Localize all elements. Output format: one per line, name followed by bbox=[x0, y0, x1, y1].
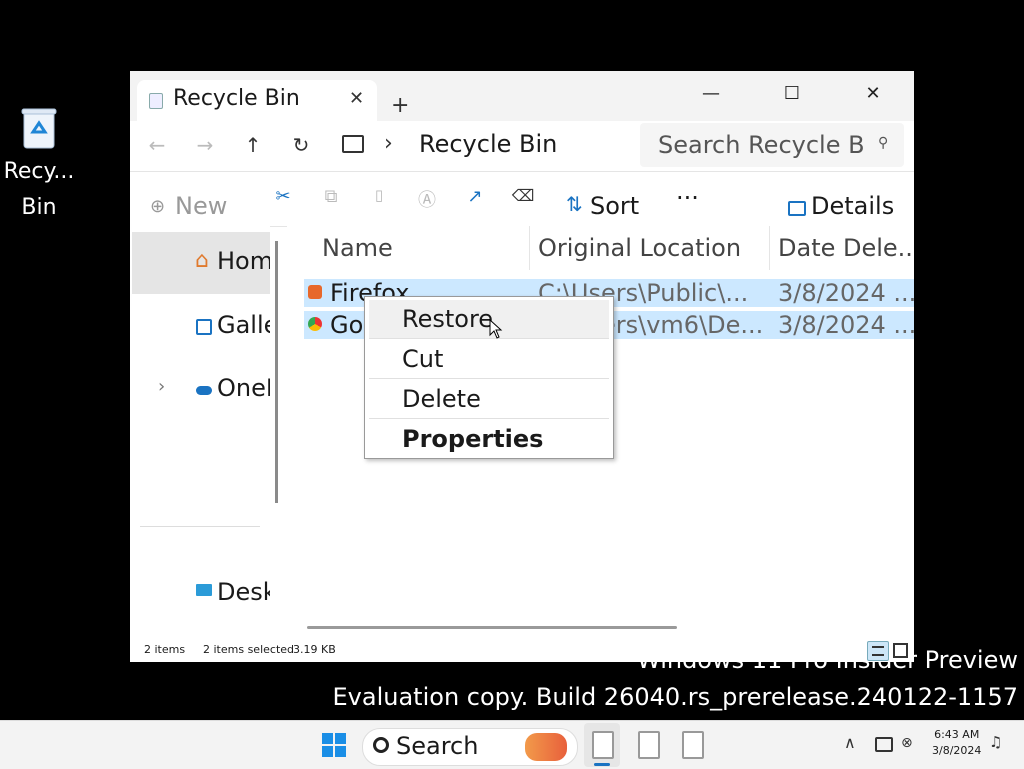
computer-icon[interactable] bbox=[342, 135, 364, 153]
column-divider[interactable] bbox=[769, 226, 770, 270]
new-button[interactable]: New bbox=[175, 192, 227, 220]
menu-item-cut[interactable]: Cut bbox=[369, 340, 609, 378]
desktop-icon-label-2: Bin bbox=[21, 195, 57, 220]
windows-logo-icon[interactable] bbox=[322, 733, 346, 757]
cut-icon[interactable]: ✂ bbox=[270, 186, 296, 207]
selection-count: 2 items selected bbox=[203, 643, 295, 656]
menu-divider bbox=[369, 378, 609, 379]
onedrive-icon bbox=[196, 386, 212, 395]
details-view-button[interactable] bbox=[867, 641, 889, 661]
search-icon: ⚲ bbox=[878, 135, 889, 151]
mouse-cursor-icon bbox=[489, 318, 503, 343]
desktop-recycle-bin[interactable]: Recy... Bin bbox=[0, 100, 78, 226]
desktop-icon bbox=[196, 584, 212, 596]
share-icon[interactable]: ↗ bbox=[462, 186, 488, 207]
desktop-icon-label-1: Recy... bbox=[3, 159, 75, 184]
sort-arrow-icon: ^ bbox=[419, 226, 430, 233]
cell-date: 3/8/2024 ... bbox=[778, 279, 914, 307]
navigation-pane: ⌂ Home Gallery › OneDrive Desktop bbox=[130, 226, 270, 638]
up-button[interactable]: ↑ bbox=[237, 133, 269, 157]
sort-button[interactable]: Sort bbox=[590, 192, 639, 220]
details-button[interactable]: Details bbox=[811, 192, 894, 220]
back-button[interactable]: ← bbox=[141, 133, 173, 157]
menu-item-label: Properties bbox=[402, 425, 544, 453]
chevron-right-icon[interactable]: › bbox=[158, 376, 165, 397]
item-count: 2 items bbox=[144, 643, 186, 656]
list-icon bbox=[872, 646, 884, 656]
selection-size: 3.19 KB bbox=[293, 643, 336, 656]
tab-recycle-bin[interactable]: Recycle Bin ✕ bbox=[137, 80, 377, 121]
recycle-bin-icon bbox=[21, 106, 57, 150]
menu-item-delete[interactable]: Delete bbox=[369, 380, 609, 418]
forward-button[interactable]: → bbox=[189, 133, 221, 157]
paste-icon[interactable]: ▯ bbox=[366, 186, 392, 204]
search-input[interactable]: Search Recycle B ⚲ bbox=[640, 123, 904, 167]
nav-scrollbar[interactable] bbox=[275, 241, 278, 503]
tab-title: Recycle Bin bbox=[173, 86, 300, 111]
taskbar-search-label: Search bbox=[396, 732, 479, 760]
taskbar: Search ∧ ⊗ 6:43 AM 3/8/2024 ♫ bbox=[0, 720, 1024, 769]
clock-date: 3/8/2024 bbox=[932, 744, 982, 757]
column-header-location[interactable]: Original Location bbox=[538, 234, 741, 262]
column-header-date[interactable]: Date Dele... bbox=[778, 234, 914, 262]
maximize-button[interactable]: ☐ bbox=[769, 83, 815, 104]
delete-icon[interactable]: ⌫ bbox=[510, 186, 536, 205]
clock-time: 6:43 AM bbox=[934, 728, 980, 741]
tab-close-button[interactable]: ✕ bbox=[349, 88, 364, 109]
notification-bell-icon[interactable]: ♫ bbox=[989, 733, 1002, 751]
horizontal-scrollbar[interactable] bbox=[307, 626, 677, 629]
sidebar-item-onedrive[interactable]: OneDrive bbox=[217, 374, 270, 402]
file-shortcut-icon bbox=[308, 285, 322, 299]
sidebar-item-desktop[interactable]: Desktop bbox=[217, 578, 270, 606]
network-icon[interactable] bbox=[875, 737, 893, 752]
taskbar-app-document[interactable] bbox=[638, 731, 660, 759]
chevron-right-icon[interactable]: › bbox=[384, 131, 393, 156]
title-bar: Recycle Bin ✕ + — ☐ ✕ bbox=[130, 71, 914, 121]
more-button[interactable]: ··· bbox=[676, 184, 699, 212]
menu-item-label: Cut bbox=[402, 345, 444, 373]
watermark-line-2: Evaluation copy. Build 26040.rs_prerelea… bbox=[332, 683, 1018, 711]
refresh-button[interactable]: ↻ bbox=[285, 133, 317, 157]
home-icon: ⌂ bbox=[195, 248, 209, 273]
sort-icon: ⇅ bbox=[566, 192, 583, 216]
details-pane-icon bbox=[788, 201, 806, 216]
active-indicator bbox=[594, 763, 610, 766]
taskbar-search[interactable]: Search bbox=[362, 728, 578, 766]
copy-icon[interactable]: ⧉ bbox=[318, 186, 344, 207]
breadcrumb-recycle-bin[interactable]: Recycle Bin bbox=[419, 130, 557, 158]
status-bar: 2 items 2 items selected 3.19 KB bbox=[130, 638, 914, 662]
cell-date: 3/8/2024 ... bbox=[778, 311, 914, 339]
search-placeholder: Search Recycle B bbox=[658, 131, 865, 159]
rename-icon[interactable]: Ⓐ bbox=[414, 186, 440, 212]
file-shortcut-icon bbox=[308, 317, 322, 331]
menu-item-label: Restore bbox=[402, 305, 494, 333]
taskbar-app-active[interactable] bbox=[584, 723, 620, 767]
menu-item-label: Delete bbox=[402, 385, 481, 413]
menu-item-properties[interactable]: Properties bbox=[369, 420, 609, 458]
nav-divider bbox=[140, 526, 260, 527]
sidebar-item-home[interactable]: Home bbox=[217, 247, 270, 275]
minimize-button[interactable]: — bbox=[688, 83, 734, 104]
recycle-bin-icon bbox=[149, 93, 163, 109]
new-tab-button[interactable]: + bbox=[391, 93, 409, 118]
gallery-icon bbox=[196, 319, 212, 335]
clock[interactable]: 6:43 AM 3/8/2024 bbox=[932, 727, 981, 759]
command-bar: ⊕ New ✂ ⧉ ▯ Ⓐ ↗ ⌫ ⇅ Sort ··· Details bbox=[130, 171, 914, 227]
document-icon bbox=[592, 731, 614, 759]
search-highlight-icon bbox=[525, 733, 567, 761]
tiles-view-button[interactable] bbox=[893, 643, 908, 658]
column-divider[interactable] bbox=[529, 226, 530, 270]
address-bar: ← → ↑ ↻ › Recycle Bin Search Recycle B ⚲ bbox=[130, 121, 914, 171]
plus-icon: ⊕ bbox=[150, 196, 166, 217]
search-icon bbox=[373, 737, 389, 753]
volume-muted-icon[interactable]: ⊗ bbox=[901, 735, 913, 751]
menu-divider bbox=[369, 418, 609, 419]
column-header-name[interactable]: Name bbox=[322, 234, 393, 262]
close-button[interactable]: ✕ bbox=[850, 83, 896, 104]
taskbar-app-document[interactable] bbox=[682, 731, 704, 759]
sidebar-item-gallery[interactable]: Gallery bbox=[217, 311, 270, 339]
chevron-up-icon[interactable]: ∧ bbox=[844, 733, 856, 752]
